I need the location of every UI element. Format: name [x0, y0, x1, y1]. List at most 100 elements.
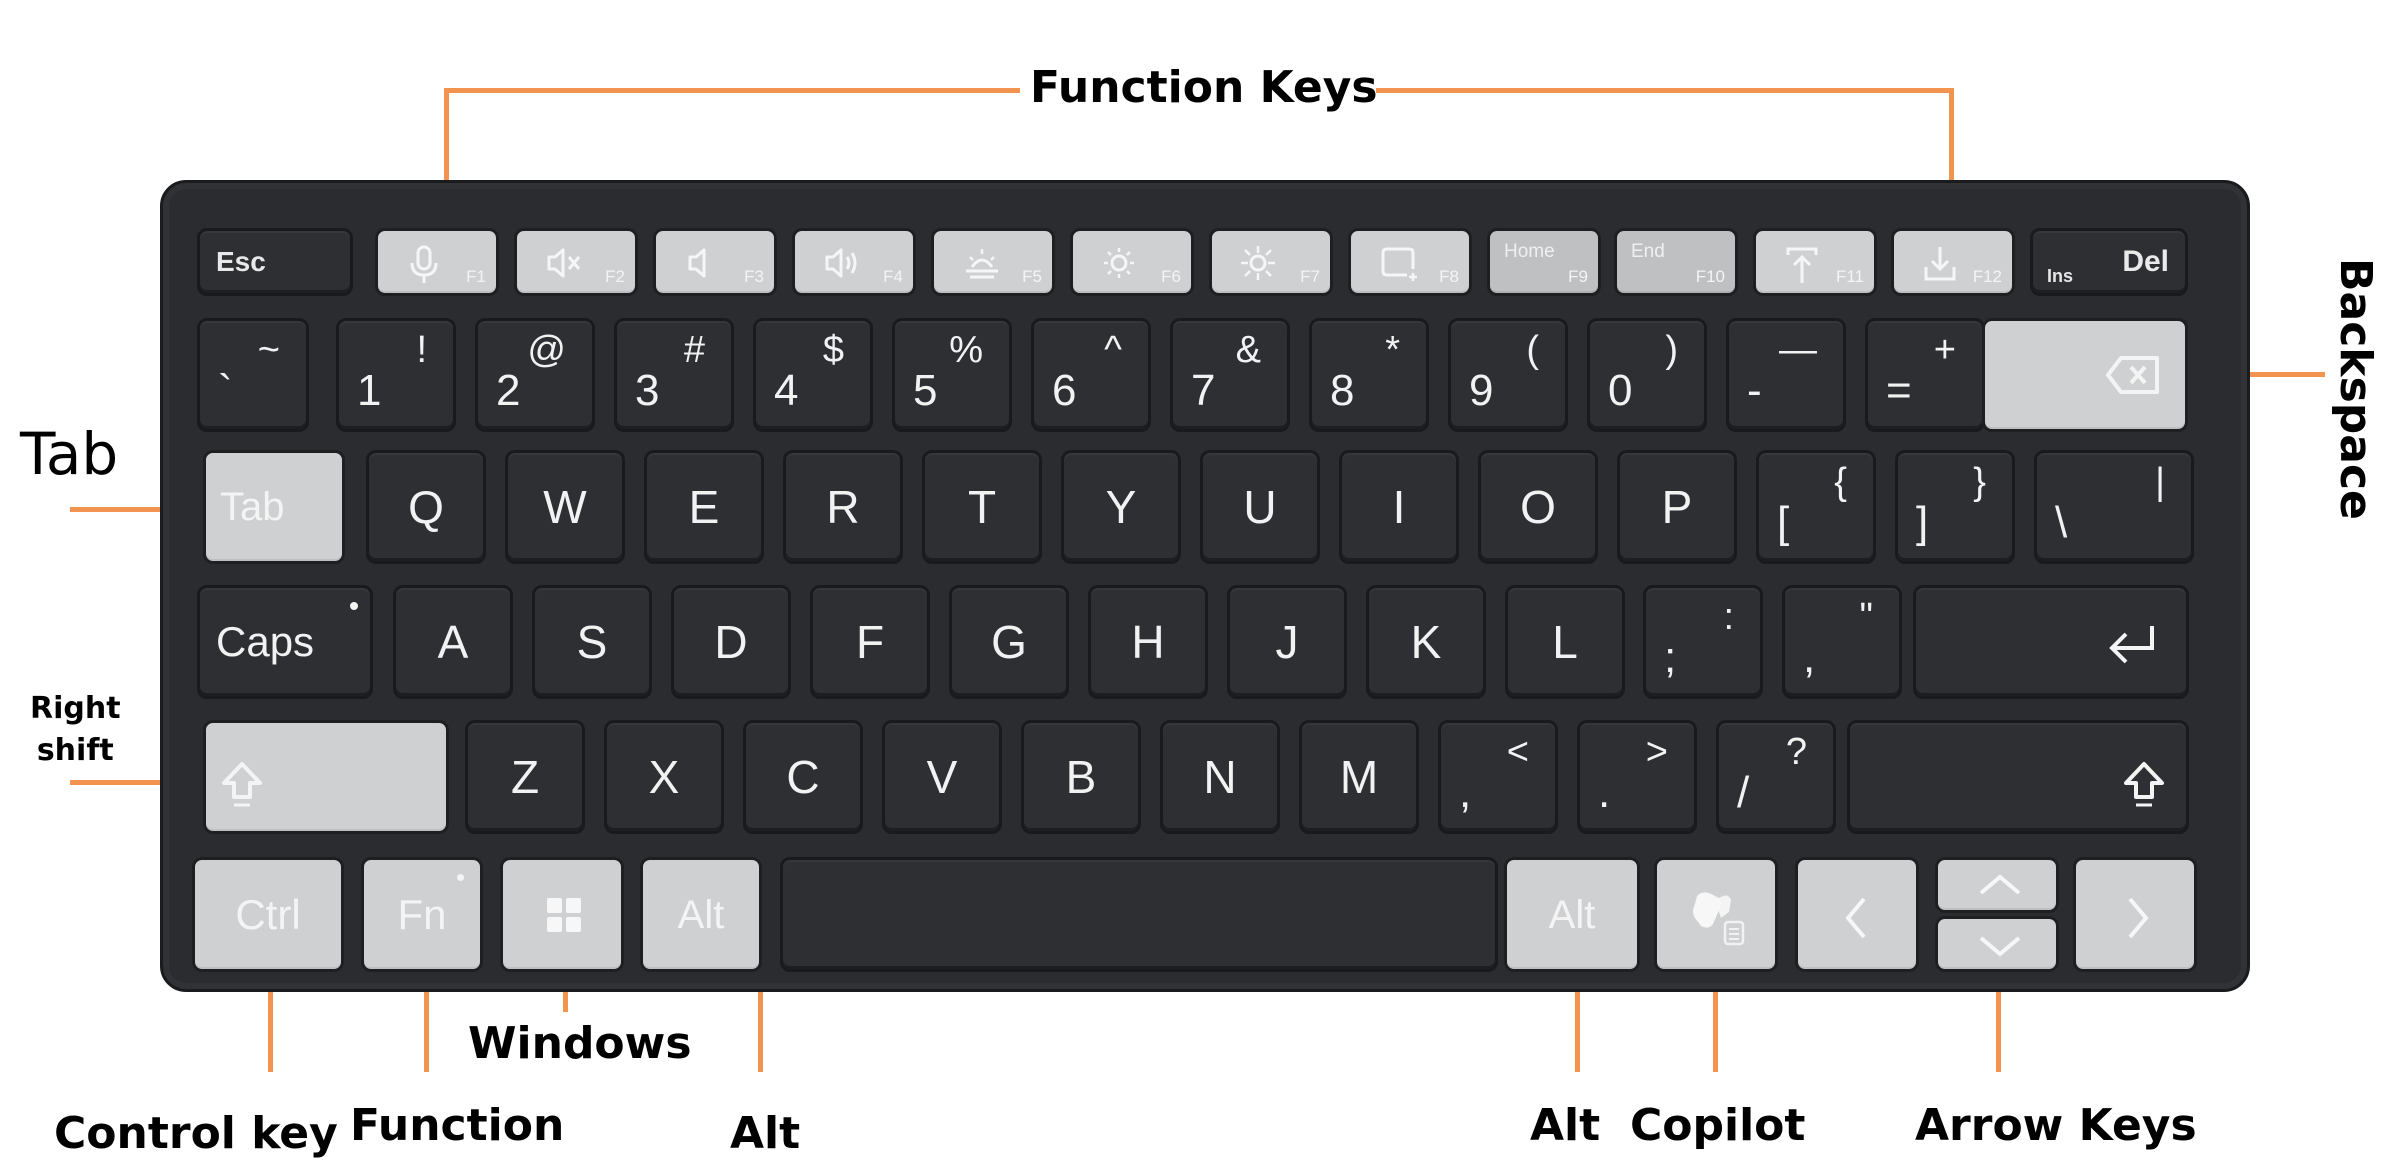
key-num-10-shift-label: ) [1665, 329, 1678, 371]
key-shift-left[interactable] [203, 720, 449, 834]
key-copilot[interactable] [1654, 857, 1778, 972]
key-q[interactable]: Q [366, 450, 486, 564]
key-f10[interactable]: End F10 [1614, 228, 1738, 296]
key-esc[interactable]: Esc [197, 228, 353, 296]
key-f10-label: F10 [1695, 267, 1725, 286]
key-right-bracket[interactable]: ]} [1895, 450, 2015, 564]
key-arrow-right[interactable] [2073, 857, 2197, 972]
key-f8[interactable]: F8 [1348, 228, 1472, 296]
key-f5[interactable]: F5 [931, 228, 1055, 296]
key-backspace[interactable] [1982, 318, 2188, 432]
key-p[interactable]: P [1617, 450, 1737, 564]
key-num-2[interactable]: 2 @ [475, 318, 595, 432]
key-f7[interactable]: F7 [1209, 228, 1333, 296]
key-f12[interactable]: F12 [1891, 228, 2015, 296]
key-num-10[interactable]: 0) [1587, 318, 1707, 432]
key-n[interactable]: N [1160, 720, 1280, 834]
key-b-label: B [1065, 751, 1097, 803]
key-slash[interactable]: /? [1716, 720, 1836, 834]
key-num-0-shift-label: ~ [257, 329, 280, 371]
key-f3[interactable]: F3 [653, 228, 777, 296]
key-u[interactable]: U [1200, 450, 1320, 564]
key-z[interactable]: Z [465, 720, 585, 834]
key-num-3[interactable]: 3 # [614, 318, 734, 432]
key-tab[interactable]: Tab [203, 450, 345, 564]
key-arrow-down[interactable] [1935, 916, 2059, 972]
callout-backspace-text: Backspace [2330, 258, 2381, 520]
key-o[interactable]: O [1478, 450, 1598, 564]
key-l-label: L [1552, 616, 1578, 668]
key-m[interactable]: M [1299, 720, 1419, 834]
key-f9[interactable]: Home F9 [1487, 228, 1601, 296]
key-del[interactable]: Ins Del [2030, 228, 2188, 296]
key-k[interactable]: K [1366, 585, 1486, 699]
key-j[interactable]: J [1227, 585, 1347, 699]
key-f1[interactable]: F1 [375, 228, 499, 296]
key-arrow-left[interactable] [1795, 857, 1919, 972]
key-quote[interactable]: , " [1782, 585, 1902, 699]
key-num-3-shift-label: # [683, 329, 705, 371]
key-backslash[interactable]: \ | [2034, 450, 2194, 564]
key-num-5[interactable]: 5% [892, 318, 1012, 432]
key-num-1[interactable]: 1! [336, 318, 456, 432]
shift-icon [220, 761, 264, 809]
key-alt-left[interactable]: Alt [640, 857, 762, 972]
key-comma[interactable]: , < [1438, 720, 1558, 834]
key-w[interactable]: W [505, 450, 625, 564]
key-f6[interactable]: F6 [1070, 228, 1194, 296]
key-period[interactable]: . > [1577, 720, 1697, 834]
key-t[interactable]: T [922, 450, 1042, 564]
key-i[interactable]: I [1339, 450, 1459, 564]
key-esc-label: Esc [216, 246, 266, 277]
callout-line-function-keys-right [1376, 88, 1954, 93]
key-s[interactable]: S [532, 585, 652, 699]
key-y[interactable]: Y [1061, 450, 1181, 564]
key-f2[interactable]: F2 [514, 228, 638, 296]
key-left-bracket[interactable]: [{ [1756, 450, 1876, 564]
key-num-1-shift-label: ! [416, 329, 427, 371]
key-num-7[interactable]: 7 & [1170, 318, 1290, 432]
key-shift-right[interactable] [1847, 720, 2189, 834]
key-b[interactable]: B [1021, 720, 1141, 834]
key-num-11[interactable]: - — [1726, 318, 1846, 432]
key-a[interactable]: A [393, 585, 513, 699]
key-v[interactable]: V [882, 720, 1002, 834]
key-c[interactable]: C [743, 720, 863, 834]
key-comma-shift-label: < [1506, 731, 1529, 773]
key-num-4[interactable]: 4 $ [753, 318, 873, 432]
key-g[interactable]: G [949, 585, 1069, 699]
key-caps[interactable]: Caps [197, 585, 373, 699]
key-tab-label: Tab [220, 485, 285, 529]
key-x[interactable]: X [604, 720, 724, 834]
key-arrow-up[interactable] [1935, 857, 2059, 913]
key-d[interactable]: D [671, 585, 791, 699]
key-num-8[interactable]: 8 * [1309, 318, 1429, 432]
key-r[interactable]: R [783, 450, 903, 564]
key-num-12[interactable]: = + [1865, 318, 1985, 432]
key-e[interactable]: E [644, 450, 764, 564]
key-fn[interactable]: Fn [361, 857, 483, 972]
key-space[interactable] [780, 857, 1498, 972]
key-ctrl[interactable]: Ctrl [192, 857, 344, 972]
key-num-6-shift-label: ^ [1104, 329, 1122, 371]
key-quote-shift-label: " [1859, 596, 1874, 638]
key-backslash-main-label: \ [2055, 498, 2068, 547]
key-semicolon-shift-label: : [1723, 596, 1734, 638]
key-f11[interactable]: F11 [1753, 228, 1877, 296]
key-right-bracket-shift-label: } [1973, 461, 1986, 503]
key-enter[interactable] [1913, 585, 2189, 699]
key-semicolon[interactable]: ;: [1643, 585, 1763, 699]
key-f4[interactable]: F4 [792, 228, 916, 296]
key-num-6[interactable]: 6 ^ [1031, 318, 1151, 432]
key-f7-label: F7 [1300, 267, 1320, 286]
key-num-0[interactable]: ` ~ [197, 318, 309, 432]
key-u-label: U [1243, 481, 1277, 533]
key-num-9[interactable]: 9( [1448, 318, 1568, 432]
key-windows[interactable] [500, 857, 624, 972]
key-l[interactable]: L [1505, 585, 1625, 699]
key-h[interactable]: H [1088, 585, 1208, 699]
key-left-bracket-main-label: [ [1777, 498, 1790, 547]
key-slash-shift-label: ? [1785, 731, 1807, 773]
key-alt-right[interactable]: Alt [1504, 857, 1640, 972]
key-f[interactable]: F [810, 585, 930, 699]
